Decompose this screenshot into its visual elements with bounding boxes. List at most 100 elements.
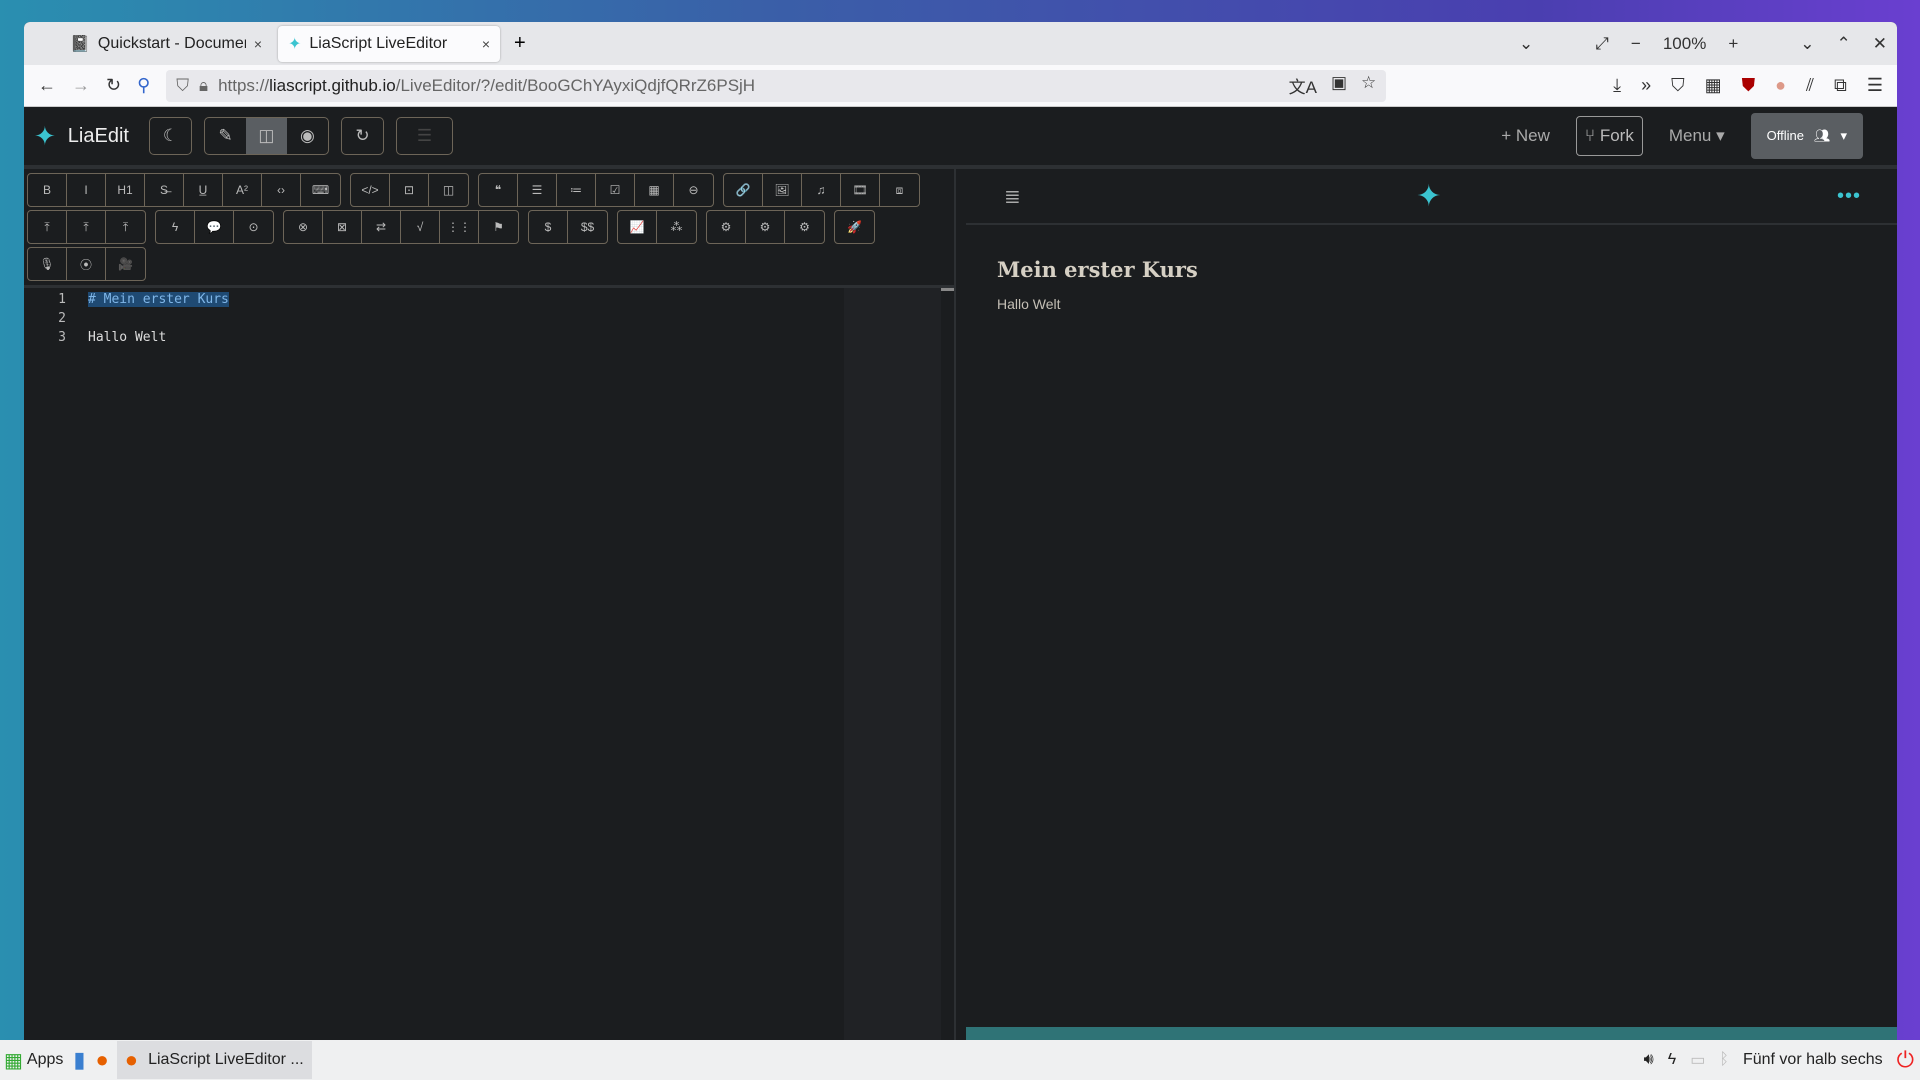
translate-person-icon[interactable]: ⚲ (137, 75, 150, 96)
menu-button[interactable]: Menu ▾ (1669, 126, 1725, 146)
apps-button[interactable]: Apps (27, 1051, 63, 1069)
webcam-button[interactable]: ⦿ (67, 248, 106, 280)
link-button[interactable]: 🔗 (724, 174, 763, 206)
quiz-multiple-button[interactable]: ⊠ (323, 211, 362, 243)
new-tab-button[interactable]: + (514, 32, 526, 55)
chart-button[interactable]: 📈 (618, 211, 657, 243)
battery-icon[interactable]: ϟ (1668, 1051, 1676, 1069)
preview-mode-icon[interactable]: ◉ (287, 118, 328, 154)
strikethrough-button[interactable]: S̶ (145, 174, 184, 206)
upload-file-button[interactable]: ⤒ (106, 211, 145, 243)
camera-button[interactable]: 🎥 (106, 248, 145, 280)
close-window-icon[interactable]: ✕ (1873, 34, 1887, 54)
split-button[interactable]: ◫ (429, 174, 468, 206)
bullet-list-button[interactable]: ☰ (518, 174, 557, 206)
microphone-button[interactable]: 🎙 (28, 248, 67, 280)
script-button[interactable]: ⚙ (707, 211, 746, 243)
url-input[interactable]: ⛉ 🔒︎ https://liascript.github.io/LiveEdi… (166, 69, 1387, 102)
bold-button[interactable]: B (28, 174, 67, 206)
minimize-icon[interactable]: ⌄ (1800, 34, 1814, 54)
close-tab-icon[interactable]: × (254, 36, 262, 52)
offline-button[interactable]: Offline 👥︎ ▾ (1750, 113, 1863, 159)
extensions-overflow-icon[interactable]: » (1641, 75, 1651, 96)
quiz-select-button[interactable]: ⇄ (362, 211, 401, 243)
split-mode-icon[interactable]: ◫ (245, 118, 287, 154)
embed-button[interactable]: ⧈ (880, 174, 919, 206)
script-run-button[interactable]: ⚙ (785, 211, 824, 243)
table-of-contents-icon[interactable]: ≣ (1004, 184, 1021, 209)
deploy-button[interactable]: 🚀 (835, 211, 874, 243)
terminal-button[interactable]: ⊡ (390, 174, 429, 206)
code-block-button[interactable]: </> (351, 174, 390, 206)
close-tab-icon[interactable]: × (482, 36, 490, 52)
bluetooth-icon[interactable]: ᛒ (1719, 1051, 1729, 1069)
clock[interactable]: Fünf vor halb sechs (1743, 1051, 1883, 1069)
horizontal-rule-button[interactable]: ⊖ (674, 174, 713, 206)
heading-button[interactable]: H1 (106, 174, 145, 206)
reader-icon[interactable]: ▣ (1331, 73, 1347, 98)
upload-audio-button[interactable]: ⤒ (67, 211, 106, 243)
inline-code-button[interactable]: ‹› (262, 174, 301, 206)
diagram-button[interactable]: ⁂ (657, 211, 696, 243)
power-icon[interactable]: ⏻ (1897, 1047, 1914, 1073)
animation-button[interactable]: ⊙ (234, 211, 273, 243)
numbered-list-button[interactable]: ≔ (557, 174, 596, 206)
minimap[interactable] (844, 288, 941, 1040)
superscript-button[interactable]: A² (223, 174, 262, 206)
forward-icon[interactable]: → (72, 75, 90, 96)
reload-icon[interactable]: ↻ (106, 75, 121, 96)
ublock-icon[interactable]: ⛊ (1742, 75, 1756, 96)
edit-mode-icon[interactable]: ✎ (205, 118, 246, 154)
video-button[interactable]: 🎞 (841, 174, 880, 206)
network-icon[interactable]: ▭ (1690, 1050, 1705, 1070)
code-editor[interactable]: 1 # Mein erster Kurs 2 3 Hallo Welt (24, 288, 954, 1040)
math-inline-button[interactable]: $ (529, 211, 568, 243)
scrollbar[interactable] (941, 288, 954, 291)
menu-icon[interactable]: ☰ (1867, 75, 1883, 96)
taskbar-item-liascript[interactable]: ● LiaScript LiveEditor ... (116, 1041, 312, 1079)
folder-icon[interactable]: ▮ (73, 1047, 85, 1073)
upload-image-button[interactable]: ⤒ (28, 211, 67, 243)
refresh-icon[interactable]: ↻ (342, 118, 383, 154)
firefox-icon[interactable]: ● (95, 1047, 108, 1073)
effect-button[interactable]: ϟ (156, 211, 195, 243)
download-icon[interactable]: ⤓ (1613, 75, 1621, 96)
image-button[interactable]: 🖼 (763, 174, 802, 206)
fork-button[interactable]: ⑂ Fork (1575, 116, 1643, 156)
tab-quickstart[interactable]: 📓Quickstart - Documenta× (60, 26, 272, 62)
quiz-formula-button[interactable]: √ (401, 211, 440, 243)
back-icon[interactable]: ← (38, 75, 56, 96)
bookmark-star-icon[interactable]: ☆ (1361, 73, 1376, 98)
tab-list-icon[interactable]: ⌄ (1519, 34, 1533, 54)
tab-liascript[interactable]: ✦ LiaScript LiveEditor × (278, 25, 500, 62)
script-edit-button[interactable]: ⚙ (746, 211, 785, 243)
puzzle-icon[interactable]: ⧉ (1834, 75, 1847, 96)
bitwarden-icon[interactable]: ⛉ (1671, 75, 1685, 96)
cookie-icon[interactable]: ● (1775, 75, 1786, 96)
zoom-level[interactable]: 100% (1663, 34, 1706, 54)
math-block-button[interactable]: $$ (568, 211, 607, 243)
volume-icon[interactable]: 🔊︎ (1644, 1051, 1654, 1069)
dark-mode-icon[interactable]: ☾ (150, 118, 191, 154)
more-options-icon[interactable]: ••• (1837, 185, 1861, 208)
qr-code-icon[interactable]: ▦ (1705, 75, 1722, 96)
speech-button[interactable]: 💬 (195, 211, 234, 243)
zoom-in-button[interactable]: + (1728, 34, 1738, 54)
quiz-matrix-button[interactable]: ⋮⋮ (440, 211, 479, 243)
underline-button[interactable]: U̲ (184, 174, 223, 206)
italic-button[interactable]: I (67, 174, 106, 206)
apps-grid-icon[interactable]: ▦ (4, 1048, 23, 1073)
fullscreen-icon[interactable]: ⤢ (1595, 34, 1609, 54)
zoom-out-button[interactable]: − (1631, 34, 1641, 54)
quiz-single-button[interactable]: ⊗ (284, 211, 323, 243)
library-icon[interactable]: ⫽ (1806, 75, 1814, 96)
quiz-gap-button[interactable]: ⚑ (479, 211, 518, 243)
translate-icon[interactable]: 文A (1289, 73, 1317, 98)
keyboard-button[interactable]: ⌨ (301, 174, 340, 206)
hamburger-icon[interactable]: ☰ (397, 118, 452, 154)
audio-button[interactable]: ♫ (802, 174, 841, 206)
table-button[interactable]: ▦ (635, 174, 674, 206)
quote-button[interactable]: ❝ (479, 174, 518, 206)
checklist-button[interactable]: ☑ (596, 174, 635, 206)
new-button[interactable]: + New (1501, 126, 1550, 146)
